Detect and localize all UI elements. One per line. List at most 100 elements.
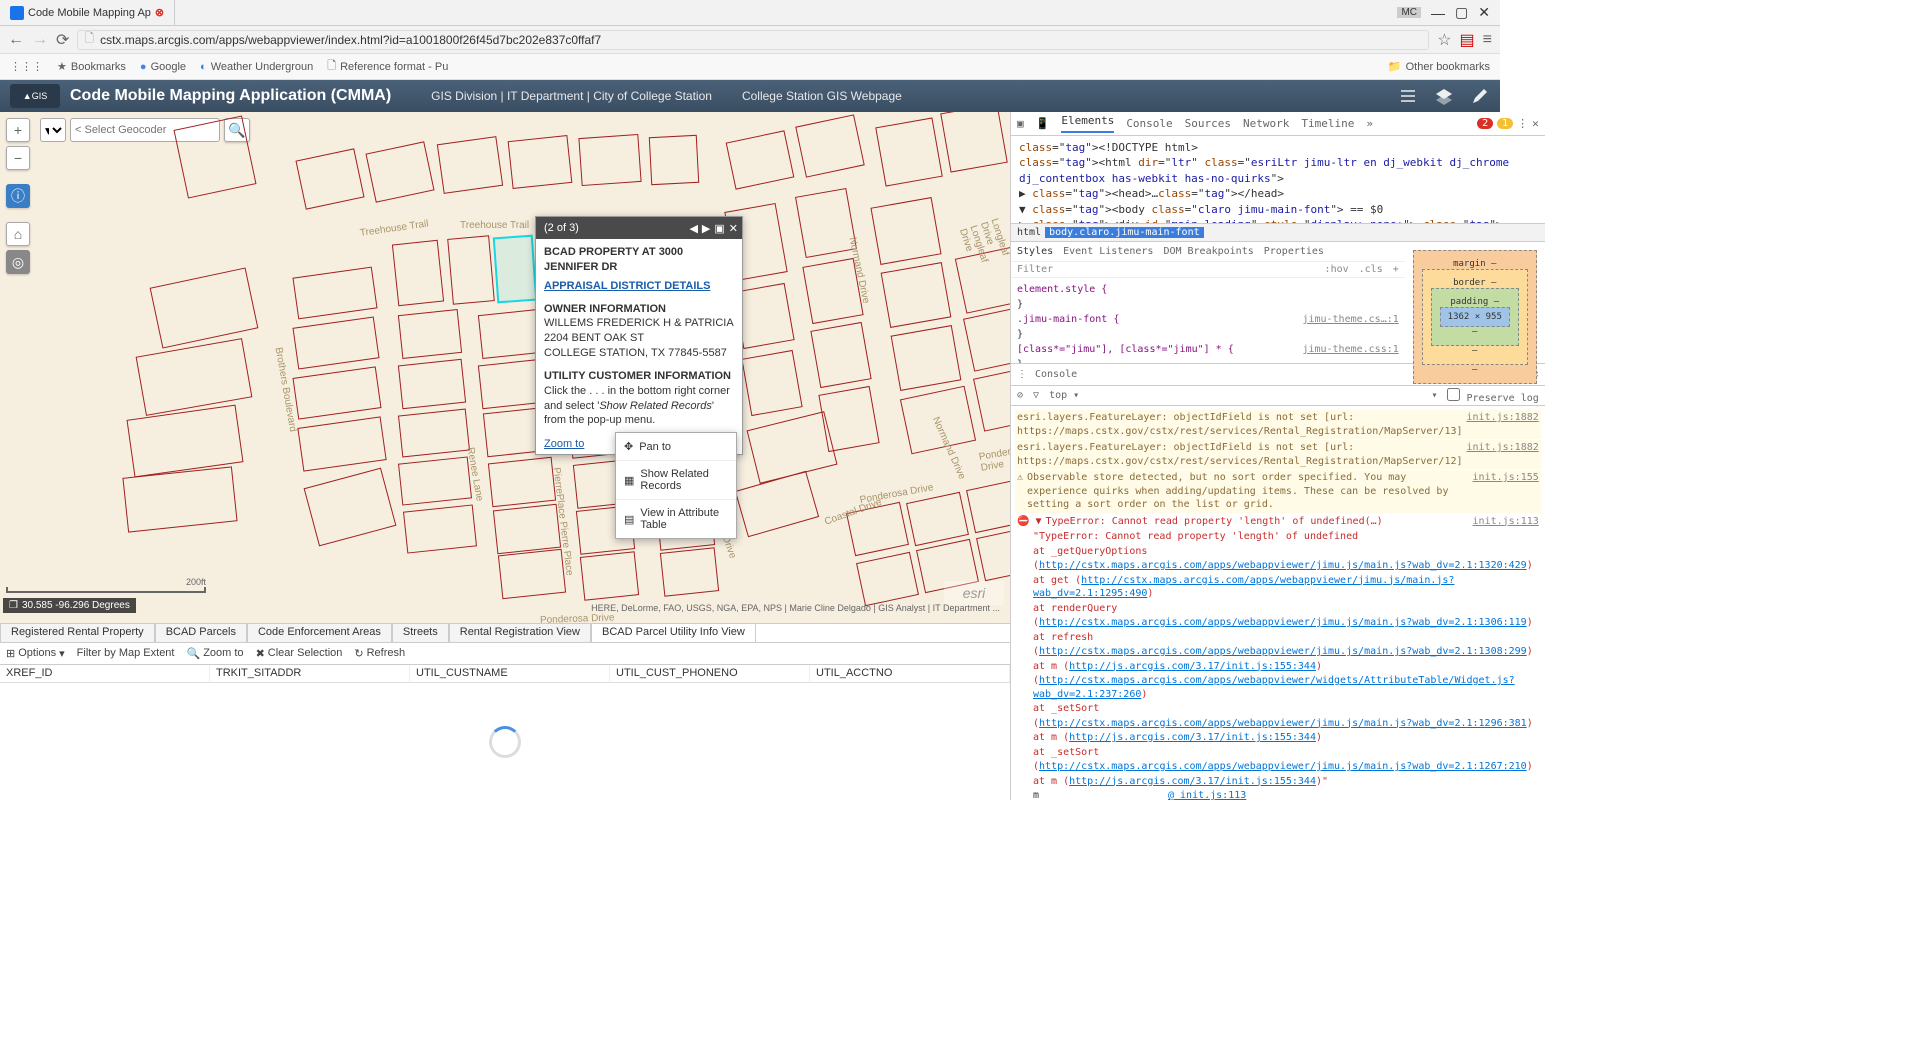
- console-tab[interactable]: Console: [1035, 369, 1077, 380]
- column-header[interactable]: UTIL_CUSTNAME: [410, 665, 610, 683]
- close-icon[interactable]: ✕: [1478, 4, 1490, 21]
- parcel[interactable]: [906, 492, 969, 546]
- column-header[interactable]: TRKIT_SITADDR: [210, 665, 410, 683]
- parcel[interactable]: [398, 456, 472, 505]
- apps-icon[interactable]: ⋮⋮⋮: [10, 60, 43, 73]
- parcel[interactable]: [508, 135, 573, 189]
- cls-toggle[interactable]: .cls: [1359, 264, 1383, 275]
- parcel[interactable]: [741, 350, 802, 416]
- clear-selection-button[interactable]: ✖ Clear Selection: [256, 647, 343, 660]
- event-listeners-tab[interactable]: Event Listeners: [1063, 246, 1153, 257]
- error-badge[interactable]: 2: [1477, 118, 1493, 129]
- parcel[interactable]: [292, 366, 381, 419]
- pencil-icon[interactable]: [1470, 86, 1490, 106]
- parcel[interactable]: [856, 552, 919, 606]
- devtools-tab-elements[interactable]: Elements: [1061, 114, 1114, 133]
- filter-icon[interactable]: ▽: [1033, 390, 1039, 401]
- options-button[interactable]: ⊞ Options ▾: [6, 647, 65, 660]
- warn-badge[interactable]: 1: [1497, 118, 1513, 129]
- hov-toggle[interactable]: :hov: [1325, 264, 1349, 275]
- style-rules[interactable]: element.style {}.jimu-main-font {jimu-th…: [1011, 278, 1405, 363]
- parcel[interactable]: [173, 115, 256, 198]
- parcel[interactable]: [493, 504, 561, 554]
- locate-button[interactable]: ◎: [6, 250, 30, 274]
- url-input[interactable]: 🗋 cstx.maps.arcgis.com/apps/webappviewer…: [77, 30, 1429, 50]
- zoom-out-button[interactable]: −: [6, 146, 30, 170]
- attribute-tab[interactable]: Rental Registration View: [449, 623, 591, 643]
- attribute-tab[interactable]: Streets: [392, 623, 449, 643]
- popup-header[interactable]: (2 of 3) ◀ ▶ ▣ ✕: [536, 217, 742, 239]
- parcel[interactable]: [870, 197, 941, 265]
- popup-close-icon[interactable]: ✕: [729, 222, 738, 235]
- parcel[interactable]: [304, 468, 397, 547]
- info-button[interactable]: ⓘ: [6, 184, 30, 208]
- devtools-more-icon[interactable]: »: [1366, 117, 1373, 130]
- popup-zoom-link[interactable]: Zoom to: [544, 438, 584, 450]
- parcel[interactable]: [818, 386, 879, 452]
- parcel[interactable]: [580, 551, 639, 601]
- parcel[interactable]: [478, 309, 542, 359]
- pdf-icon[interactable]: ▤: [1460, 30, 1475, 50]
- parcel[interactable]: [735, 471, 819, 538]
- parcel[interactable]: [398, 409, 470, 458]
- menu-icon[interactable]: ≡: [1483, 31, 1492, 49]
- parcel[interactable]: [122, 466, 237, 532]
- parcel[interactable]: [649, 135, 699, 185]
- console-menu-icon[interactable]: ⋮: [1017, 369, 1027, 380]
- parcel[interactable]: [437, 136, 503, 194]
- devtools-tab-timeline[interactable]: Timeline: [1301, 117, 1354, 130]
- parcel[interactable]: [891, 325, 962, 391]
- attribute-tab[interactable]: Code Enforcement Areas: [247, 623, 392, 643]
- elements-tree[interactable]: class="tag"><!DOCTYPE html>class="tag"><…: [1011, 136, 1545, 224]
- clear-console-icon[interactable]: ⊘: [1017, 390, 1023, 401]
- context-select[interactable]: top ▾: [1049, 390, 1079, 401]
- parcel[interactable]: [297, 416, 386, 471]
- column-header[interactable]: XREF_ID: [0, 665, 210, 683]
- parcel[interactable]: [726, 130, 795, 189]
- parcel[interactable]: [660, 547, 719, 597]
- device-icon[interactable]: 📱: [1036, 117, 1050, 130]
- parcel[interactable]: [795, 114, 865, 177]
- forward-icon[interactable]: →: [32, 31, 48, 49]
- parcel[interactable]: [966, 479, 1010, 533]
- parcel[interactable]: [976, 527, 1010, 581]
- bookmark-item[interactable]: 🗋Reference format - Pu: [327, 57, 448, 76]
- parcel-highlight[interactable]: [493, 235, 538, 304]
- parcel[interactable]: [498, 549, 566, 599]
- parcel[interactable]: [578, 134, 641, 186]
- parcel[interactable]: [973, 366, 1010, 431]
- minimize-icon[interactable]: —: [1431, 5, 1445, 21]
- popup-next-icon[interactable]: ▶: [702, 222, 710, 235]
- geocoder-select[interactable]: ▾: [40, 118, 66, 142]
- parcel[interactable]: [295, 148, 364, 209]
- reload-icon[interactable]: ⟳: [56, 30, 69, 50]
- menu-item-related[interactable]: ▦Show Related Records: [616, 461, 736, 500]
- column-header[interactable]: UTIL_CUST_PHONENO: [610, 665, 810, 683]
- app-link[interactable]: College Station GIS Webpage: [742, 89, 902, 103]
- parcel[interactable]: [940, 112, 1008, 173]
- filter-input[interactable]: Filter: [1017, 264, 1315, 275]
- attribute-tab[interactable]: BCAD Parcels: [155, 623, 247, 643]
- inspect-icon[interactable]: ▣: [1017, 117, 1024, 130]
- list-icon[interactable]: [1398, 86, 1418, 106]
- bookmark-item[interactable]: ★Bookmarks: [57, 60, 126, 73]
- level-select[interactable]: ▾: [1431, 390, 1437, 401]
- devtools-close-icon[interactable]: ✕: [1532, 117, 1539, 130]
- maximize-icon[interactable]: ▢: [1455, 4, 1468, 21]
- back-icon[interactable]: ←: [8, 31, 24, 49]
- menu-item-pan[interactable]: ✥Pan to: [616, 433, 736, 461]
- devtools-menu-icon[interactable]: ⋮: [1517, 117, 1528, 130]
- bookmark-item[interactable]: ●Google: [140, 61, 186, 73]
- attribute-tab[interactable]: BCAD Parcel Utility Info View: [591, 623, 756, 643]
- parcel[interactable]: [881, 262, 952, 328]
- add-rule-icon[interactable]: +: [1393, 264, 1399, 275]
- parcel[interactable]: [810, 322, 871, 388]
- styles-tab[interactable]: Styles: [1017, 246, 1053, 257]
- properties-tab[interactable]: Properties: [1264, 246, 1324, 257]
- parcel[interactable]: [150, 267, 259, 348]
- close-icon[interactable]: ⊗: [155, 6, 164, 19]
- layers-icon[interactable]: [1434, 86, 1454, 106]
- refresh-button[interactable]: ↻ Refresh: [354, 647, 405, 660]
- parcel[interactable]: [403, 504, 477, 553]
- zoom-to-button[interactable]: 🔍 Zoom to: [187, 647, 244, 660]
